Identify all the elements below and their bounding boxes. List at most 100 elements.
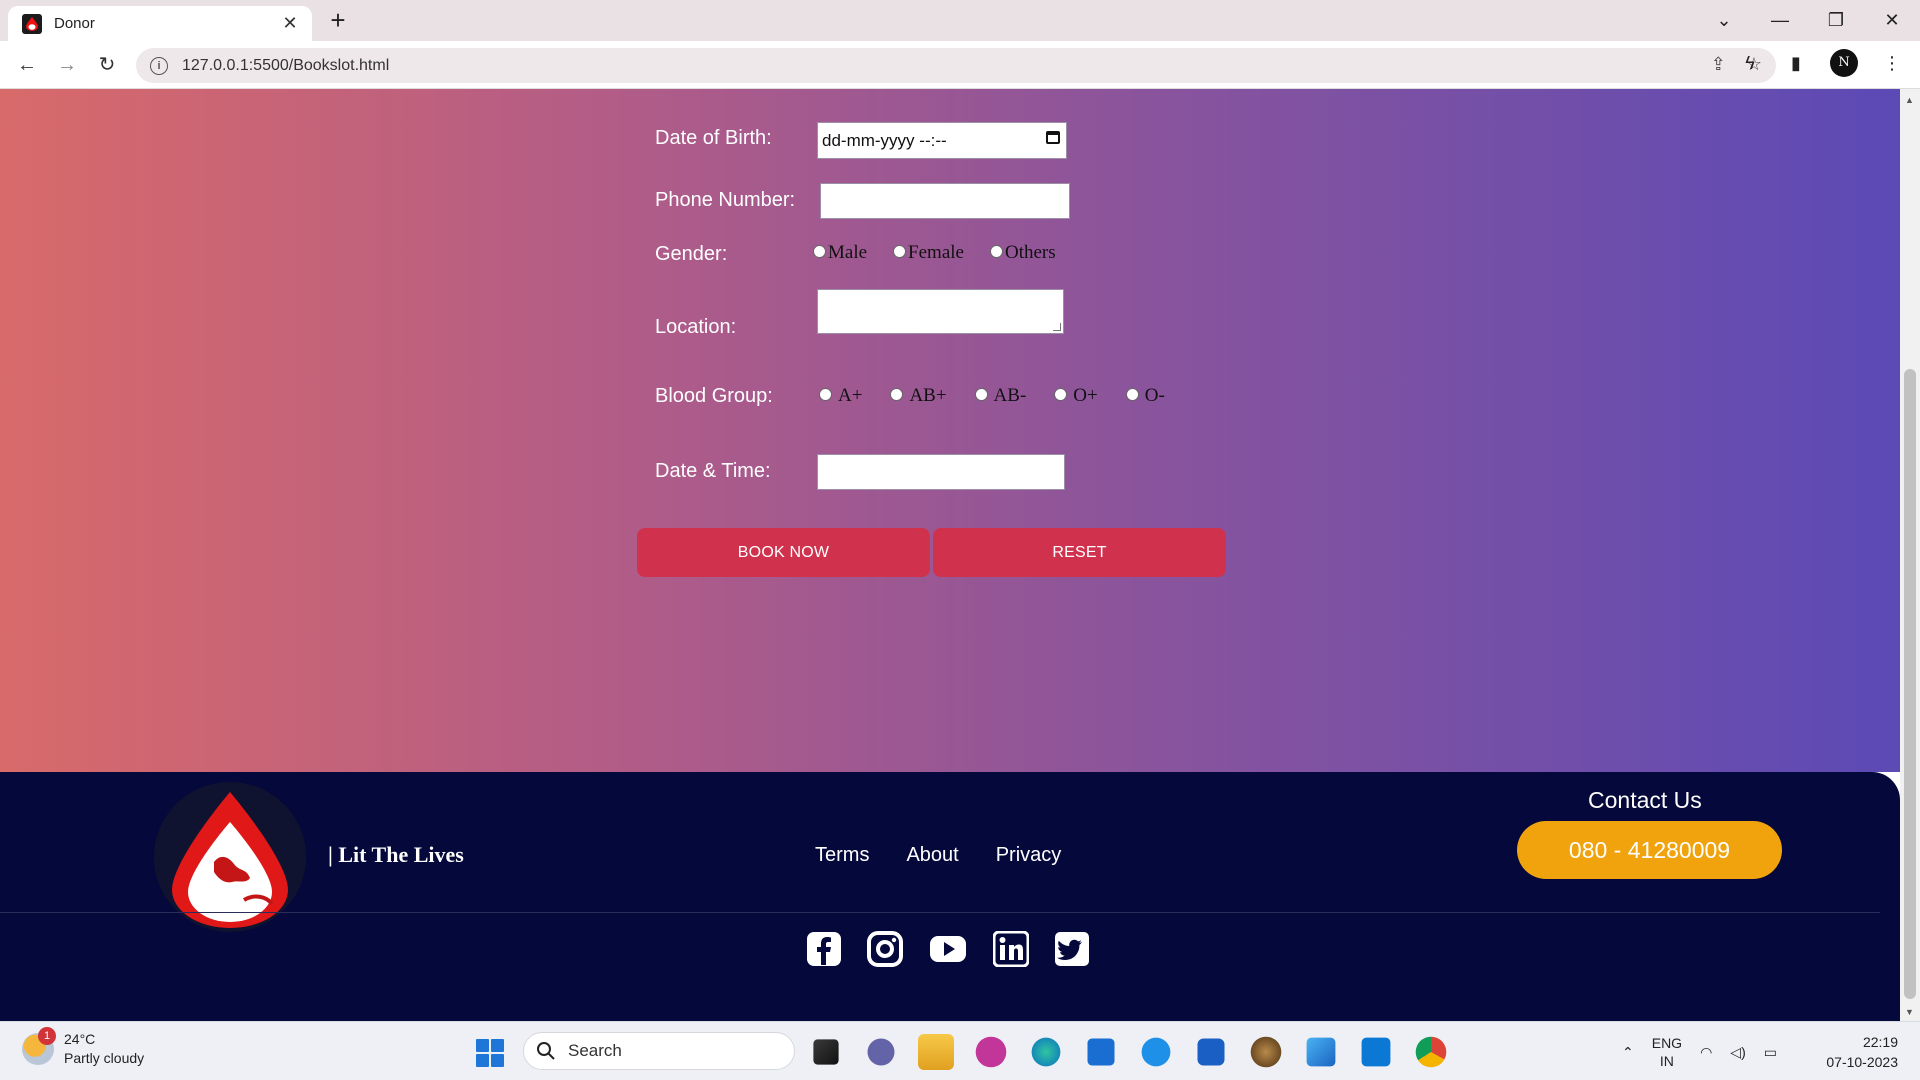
taskbar-apps [808,1034,1449,1070]
site-info-icon[interactable]: i [150,56,168,75]
linkedin-icon[interactable] [993,931,1029,967]
dob-label: Date of Birth: [655,127,772,149]
blood-option-label: O+ [1073,385,1098,406]
profile-avatar[interactable]: N [1830,49,1858,77]
dob-input[interactable]: dd-mm-yyyy --:-- [817,122,1067,159]
forward-button[interactable]: → [52,51,82,79]
footer-links: Terms About Privacy [815,844,1098,867]
photos-icon[interactable] [1306,1037,1336,1067]
social-links [806,931,1090,967]
contact-us-heading: Contact Us [1588,787,1702,813]
taskbar-search[interactable]: Search [523,1032,795,1070]
microsoft-store-icon[interactable] [1087,1038,1115,1066]
tab-title: Donor [54,15,95,32]
twitter-icon[interactable] [1054,931,1090,967]
quick-assist-icon[interactable] [1197,1038,1225,1066]
gender-option-label: Male [828,242,868,263]
chrome-icon[interactable] [1415,1036,1447,1068]
clock-time: 22:19 [1862,1034,1898,1050]
toolbar-icons: ϟ ▮ N ⋮ [1738,49,1904,77]
gender-option-label: Female [908,242,964,263]
side-panel-icon[interactable]: ▮ [1784,51,1808,75]
lang-bottom: IN [1659,1053,1674,1069]
book-now-button[interactable]: BOOK NOW [637,528,930,577]
vscode-icon[interactable] [1361,1037,1391,1067]
file-explorer-icon[interactable] [918,1034,954,1070]
gender-label: Gender: [655,243,728,265]
game-emblem-icon[interactable] [1250,1036,1282,1068]
teams-chat-icon[interactable] [867,1038,895,1066]
datetime-input[interactable] [817,454,1065,490]
share-icon[interactable]: ⇪ [1711,54,1726,75]
browser-toolbar: ← → ↻ i 127.0.0.1:5500/Bookslot.html ⇪ ☆… [0,41,1920,89]
menu-kebab-icon[interactable]: ⋮ [1880,51,1904,75]
battery-icon[interactable]: ▭ [1764,1044,1777,1061]
blood-radio-o-plus[interactable] [1054,387,1068,401]
clock-date: 07-10-2023 [1826,1054,1898,1070]
blood-radio-ab-minus[interactable] [974,387,988,401]
gender-radio-female[interactable] [893,244,907,258]
youtube-icon[interactable] [928,931,968,967]
reload-button[interactable]: ↻ [92,51,122,79]
scrollbar-thumb[interactable] [1904,369,1916,999]
tab-close-icon[interactable]: ✕ [280,13,300,34]
footer-divider [0,912,1880,913]
close-window-button[interactable]: ✕ [1864,10,1920,31]
browser-tabbar: Donor ✕ + ⌄ — ❐ ✕ [0,0,1920,41]
notification-badge: 1 [38,1027,56,1045]
minimize-button[interactable]: — [1752,10,1808,31]
gender-radio-others[interactable] [989,244,1003,258]
page-viewport: Date of Birth: dd-mm-yyyy --:-- Phone Nu… [0,89,1900,1021]
task-view-icon[interactable] [813,1039,839,1065]
booking-section: Date of Birth: dd-mm-yyyy --:-- Phone Nu… [0,89,1900,772]
blood-option-label: AB- [993,385,1027,406]
tray-overflow-chevron-icon[interactable]: ⌃ [1622,1044,1634,1061]
scroll-up-arrow-icon[interactable]: ▲ [1905,95,1914,105]
facebook-icon[interactable] [806,931,842,967]
footer-link-about[interactable]: About [906,844,958,867]
blood-radio-a-plus[interactable] [819,387,832,401]
system-tray: ⌃ ENG IN ◠ ◁) ▭ [1622,1034,1777,1070]
blood-radio-ab-plus[interactable] [890,387,904,401]
search-icon [537,1042,555,1060]
phone-input[interactable] [820,183,1070,219]
start-button-windows-icon[interactable] [476,1039,504,1067]
blood-option-label: A+ [838,385,863,406]
wifi-icon[interactable]: ◠ [1700,1044,1712,1061]
location-textarea[interactable] [817,289,1064,334]
blood-drop-logo [154,782,306,932]
resize-grip-icon[interactable] [1053,323,1061,331]
contact-phone-button[interactable]: 080 - 41280009 [1517,821,1782,879]
restore-button[interactable]: ❐ [1808,10,1864,31]
blood-option-label: O- [1144,385,1165,406]
gender-radio-male[interactable] [813,244,826,258]
footer-link-terms[interactable]: Terms [815,844,869,867]
volume-icon[interactable]: ◁) [1730,1044,1745,1061]
edge-browser-icon[interactable] [1031,1037,1061,1067]
url-text: 127.0.0.1:5500/Bookslot.html [182,56,390,74]
blood-radio-o-minus[interactable] [1125,387,1139,401]
address-bar[interactable]: i 127.0.0.1:5500/Bookslot.html ⇪ ☆ [136,48,1776,83]
instagram-icon[interactable] [867,931,903,967]
gender-option-label: Others [1004,242,1056,263]
tab-search-chevron-icon[interactable]: ⌄ [1696,10,1752,31]
tab-donor[interactable]: Donor ✕ [8,6,312,41]
language-indicator[interactable]: ENG IN [1652,1034,1682,1070]
scroll-down-arrow-icon[interactable]: ▼ [1905,1007,1914,1017]
reset-button[interactable]: RESET [933,528,1226,577]
footer-link-privacy[interactable]: Privacy [996,844,1062,867]
search-placeholder: Search [568,1041,622,1060]
weather-widget[interactable]: 1 24°C Partly cloudy [22,1027,144,1068]
extensions-bolt-icon[interactable]: ϟ [1738,51,1762,75]
partly-cloudy-icon: 1 [22,1027,56,1065]
location-label: Location: [655,316,737,338]
calendar-icon[interactable] [1046,131,1060,144]
back-button[interactable]: ← [12,51,42,79]
app-heart-icon[interactable] [975,1036,1007,1068]
page-scrollbar[interactable]: ▲ ▼ [1900,89,1920,1021]
get-help-icon[interactable] [1141,1037,1171,1067]
blood-group-label: Blood Group: [655,385,773,407]
windows-taskbar: 1 24°C Partly cloudy Search ⌃ ENG IN ◠ ◁… [0,1021,1920,1080]
taskbar-clock[interactable]: 22:19 07-10-2023 [1826,1032,1898,1072]
new-tab-button[interactable]: + [324,6,352,34]
